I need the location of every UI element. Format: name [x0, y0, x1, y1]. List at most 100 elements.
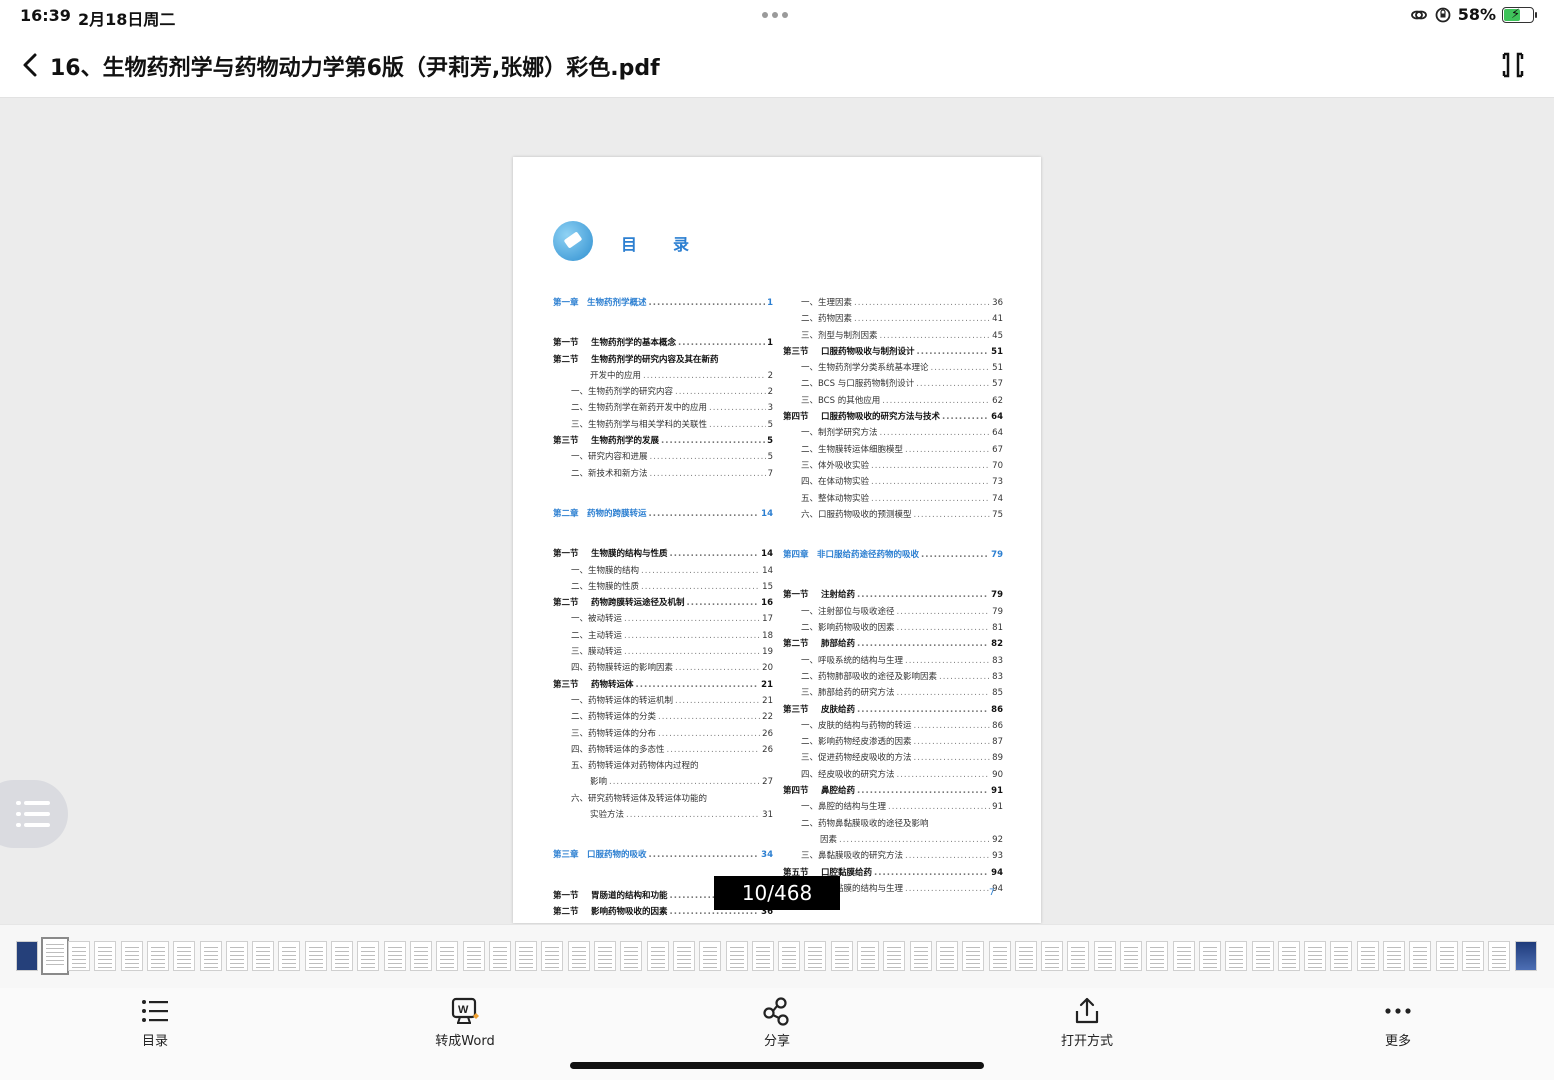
- page-thumbnail[interactable]: [94, 941, 117, 971]
- page-thumbnail[interactable]: [1435, 941, 1458, 971]
- multitask-dots-icon[interactable]: [762, 12, 788, 18]
- page-thumbnail[interactable]: [199, 941, 222, 971]
- toc-entry[interactable]: 第四节 口服药物吸收的研究方法与技术 64: [783, 409, 1003, 425]
- toc-entry[interactable]: 三、药物转运体的分布 26: [553, 726, 773, 742]
- page-thumbnail[interactable]: [988, 941, 1011, 971]
- page-thumbnail[interactable]: [935, 941, 958, 971]
- share-button[interactable]: 分享: [717, 996, 837, 1049]
- page-thumbnail[interactable]: [1409, 941, 1432, 971]
- toc-entry[interactable]: 第二节 药物跨膜转运途径及机制 16: [553, 595, 773, 611]
- page-thumbnail[interactable]: [830, 941, 853, 971]
- toc-button[interactable]: 目录: [95, 996, 215, 1049]
- page-thumbnail[interactable]: [1014, 941, 1037, 971]
- page-thumbnail[interactable]: [567, 941, 590, 971]
- toc-entry[interactable]: 四、在体动物实验 73: [783, 474, 1003, 490]
- toc-entry[interactable]: 一、注射部位与吸收途径 79: [783, 604, 1003, 620]
- page-thumbnail[interactable]: [1146, 941, 1169, 971]
- toc-entry[interactable]: 一、生物药剂学分类系统基本理论 51: [783, 360, 1003, 376]
- page-thumbnail[interactable]: [1277, 941, 1300, 971]
- toc-entry[interactable]: 五、整体动物实验 74: [783, 491, 1003, 507]
- page-thumbnail[interactable]: [173, 941, 196, 971]
- toc-entry[interactable]: 四、药物膜转运的影响因素 20: [553, 660, 773, 676]
- page-thumbnail[interactable]: [41, 937, 69, 975]
- page-thumbnail[interactable]: [68, 941, 90, 971]
- page-thumbnail[interactable]: [594, 941, 616, 971]
- page-thumbnail[interactable]: [1041, 941, 1064, 971]
- page-thumbnail[interactable]: [1198, 941, 1221, 971]
- toc-entry[interactable]: 六、研究药物转运体及转运体功能的: [553, 791, 773, 807]
- toc-entry[interactable]: 三、促进药物经皮吸收的方法 89: [783, 750, 1003, 766]
- page-thumbnail[interactable]: [541, 941, 564, 971]
- toc-entry[interactable]: 第一章 生物药剂学概述 1: [553, 295, 773, 311]
- toc-entry[interactable]: 第四章 非口服给药途径药物的吸收 79: [783, 547, 1003, 563]
- page-thumbnail[interactable]: [120, 941, 143, 971]
- toc-entry[interactable]: 三、鼻黏膜吸收的研究方法 93: [783, 848, 1003, 864]
- toc-entry[interactable]: 影响 27: [553, 774, 773, 790]
- toc-entry[interactable]: 第一节 生物膜的结构与性质 14: [553, 546, 773, 562]
- chevron-left-icon[interactable]: [18, 50, 44, 80]
- toc-entry[interactable]: 一、呼吸系统的结构与生理 83: [783, 653, 1003, 669]
- toc-entry[interactable]: 三、体外吸收实验 70: [783, 458, 1003, 474]
- toc-entry[interactable]: 第二节 生物药剂学的研究内容及其在新药: [553, 352, 773, 368]
- page-thumbnail[interactable]: [725, 941, 748, 971]
- toc-entry[interactable]: 二、影响药物吸收的因素 81: [783, 620, 1003, 636]
- toc-entry[interactable]: 四、药物转运体的多态性 26: [553, 742, 773, 758]
- toc-entry[interactable]: 第三节 生物药剂学的发展 5: [553, 433, 773, 449]
- toc-entry[interactable]: 五、药物转运体对药物体内过程的: [553, 758, 773, 774]
- more-button[interactable]: 更多: [1338, 996, 1458, 1049]
- toc-entry[interactable]: 第一节 注射给药 79: [783, 587, 1003, 603]
- toc-entry[interactable]: 二、生物药剂学在新药开发中的应用 3: [553, 400, 773, 416]
- page-thumbnail[interactable]: [804, 941, 827, 971]
- page-thumbnail[interactable]: [409, 941, 432, 971]
- toc-entry[interactable]: 因素 92: [783, 832, 1003, 848]
- page-thumbnail[interactable]: [252, 941, 275, 971]
- toc-entry[interactable]: 二、生物膜的性质 15: [553, 579, 773, 595]
- toc-entry[interactable]: 三、生物药剂学与相关学科的关联性 5: [553, 417, 773, 433]
- page-thumbnail[interactable]: [778, 941, 801, 971]
- toc-entry[interactable]: 第二章 药物的跨膜转运 14: [553, 506, 773, 522]
- home-indicator[interactable]: [570, 1062, 984, 1069]
- page-thumbnail[interactable]: [1461, 941, 1484, 971]
- page-thumbnail[interactable]: [1330, 941, 1353, 971]
- page-thumbnail[interactable]: [909, 941, 932, 971]
- toc-entry[interactable]: 二、药物肺部吸收的途径及影响因素 83: [783, 669, 1003, 685]
- page-thumbnail[interactable]: [1093, 941, 1116, 971]
- toc-entry[interactable]: 一、生理因素 36: [783, 295, 1003, 311]
- page-thumbnail[interactable]: [436, 941, 459, 971]
- toc-entry[interactable]: 第二节 肺部给药 82: [783, 636, 1003, 652]
- page-thumbnail[interactable]: [1067, 941, 1090, 971]
- toc-entry[interactable]: 一、被动转运 17: [553, 611, 773, 627]
- toc-entry[interactable]: 二、BCS 与口服药物制剂设计 57: [783, 376, 1003, 392]
- page-thumbnail[interactable]: [883, 941, 906, 971]
- toc-entry[interactable]: 三、肺部给药的研究方法 85: [783, 685, 1003, 701]
- convert-word-button[interactable]: W 转成Word: [405, 996, 525, 1049]
- toc-entry[interactable]: 二、药物因素 41: [783, 311, 1003, 327]
- thumbnail-strip[interactable]: [0, 924, 1554, 988]
- page-thumbnail[interactable]: [515, 941, 538, 971]
- toc-entry[interactable]: 一、研究内容和进展 5: [553, 449, 773, 465]
- page-thumbnail[interactable]: [1225, 941, 1248, 971]
- toc-entry[interactable]: 二、主动转运 18: [553, 628, 773, 644]
- page-thumbnail[interactable]: [225, 941, 248, 971]
- page-thumbnail[interactable]: [16, 941, 38, 971]
- toc-entry[interactable]: 一、皮肤的结构与药物的转运 86: [783, 718, 1003, 734]
- page-thumbnail[interactable]: [357, 941, 380, 971]
- page-thumbnail[interactable]: [331, 941, 353, 971]
- page-thumbnail[interactable]: [462, 941, 485, 971]
- toc-entry[interactable]: 三、膜动转运 19: [553, 644, 773, 660]
- toc-entry[interactable]: 三、剂型与制剂因素 45: [783, 328, 1003, 344]
- page-thumbnail[interactable]: [620, 941, 643, 971]
- toc-entry[interactable]: 二、药物鼻黏膜吸收的途径及影响: [783, 816, 1003, 832]
- page-thumbnail[interactable]: [751, 941, 774, 971]
- toc-entry[interactable]: 一、制剂学研究方法 64: [783, 425, 1003, 441]
- fullscreen-icon[interactable]: [1498, 50, 1528, 80]
- toc-entry[interactable]: 四、经皮吸收的研究方法 90: [783, 767, 1003, 783]
- toc-entry[interactable]: 第三章 口服药物的吸收 34: [553, 847, 773, 863]
- page-thumbnail[interactable]: [646, 941, 669, 971]
- page-thumbnail[interactable]: [1304, 941, 1327, 971]
- toc-entry[interactable]: 第四节 鼻腔给药 91: [783, 783, 1003, 799]
- toc-entry[interactable]: 开发中的应用 2: [553, 368, 773, 384]
- toc-entry[interactable]: 一、生物药剂学的研究内容 2: [553, 384, 773, 400]
- toc-entry[interactable]: 第三节 口服药物吸收与制剂设计 51: [783, 344, 1003, 360]
- toc-entry[interactable]: 二、药物转运体的分类 22: [553, 709, 773, 725]
